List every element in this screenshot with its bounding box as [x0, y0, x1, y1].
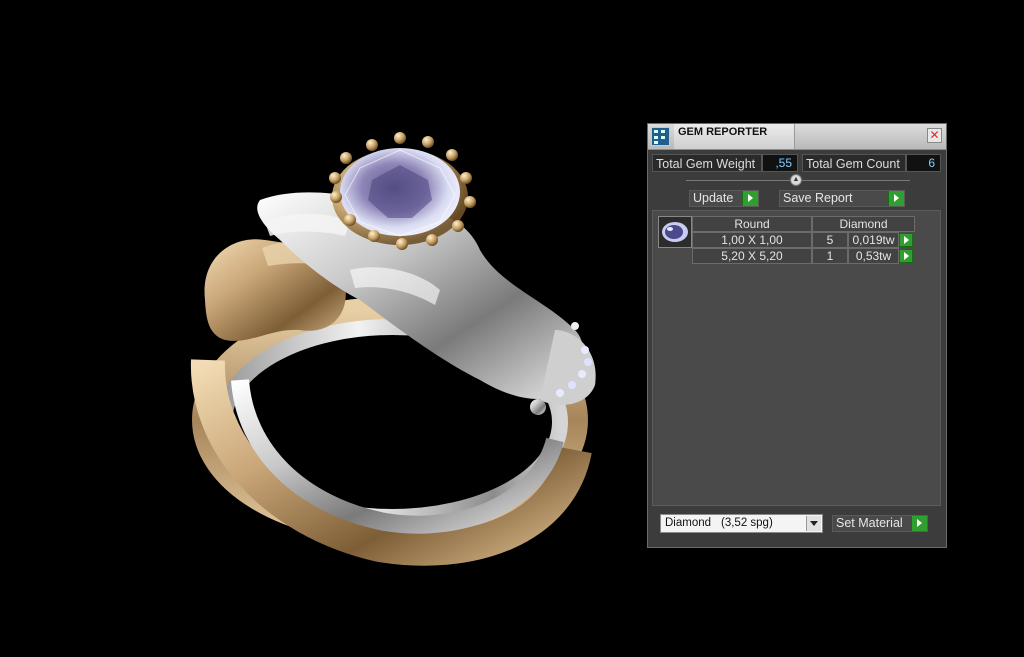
- chevron-down-icon[interactable]: [806, 516, 821, 531]
- row-weight: 0,019tw: [848, 232, 899, 248]
- material-select-value: Diamond: [665, 517, 712, 529]
- save-report-button-label: Save Report: [783, 191, 853, 205]
- set-material-button[interactable]: Set Material: [832, 515, 928, 532]
- column-header-material: Diamond: [812, 216, 915, 232]
- row-weight: 0,53tw: [848, 248, 899, 264]
- row-count: 5: [812, 232, 848, 248]
- gem-reporter-icon: [651, 127, 670, 146]
- play-arrow-icon: [888, 191, 904, 206]
- ring-render-viewport: [190, 132, 596, 566]
- chevron-up-icon[interactable]: ▲: [790, 174, 802, 186]
- play-arrow-icon: [742, 191, 758, 206]
- total-gem-count-value: 6: [906, 154, 941, 172]
- gem-list: Round Diamond 1,00 X 1,00 5 0,019tw 5,20…: [652, 210, 941, 506]
- row-count: 1: [812, 248, 848, 264]
- update-button[interactable]: Update: [689, 190, 759, 207]
- total-gem-count-label: Total Gem Count: [802, 154, 906, 172]
- center-diamond: [332, 148, 468, 245]
- set-material-button-label: Set Material: [836, 516, 903, 530]
- material-spg: (3,52 spg): [721, 517, 773, 529]
- play-arrow-icon[interactable]: [899, 249, 913, 263]
- update-button-label: Update: [693, 191, 734, 205]
- panel-title: GEM REPORTER: [678, 126, 768, 138]
- play-arrow-icon: [911, 516, 927, 531]
- column-header-shape: Round: [692, 216, 812, 232]
- total-gem-weight-value: ,55: [762, 154, 798, 172]
- close-icon[interactable]: ✕: [927, 128, 942, 143]
- row-size: 5,20 X 5,20: [692, 248, 812, 264]
- title-bar[interactable]: GEM REPORTER ✕: [648, 124, 946, 150]
- gem-reporter-panel: GEM REPORTER ✕ Total Gem Weight ,55 Tota…: [647, 123, 947, 548]
- save-report-button[interactable]: Save Report: [779, 190, 905, 207]
- row-size: 1,00 X 1,00: [692, 232, 812, 248]
- material-select[interactable]: Diamond (3,52 spg): [660, 514, 823, 533]
- play-arrow-icon[interactable]: [899, 233, 913, 247]
- total-gem-weight-label: Total Gem Weight: [652, 154, 762, 172]
- round-diamond-icon[interactable]: [658, 216, 692, 248]
